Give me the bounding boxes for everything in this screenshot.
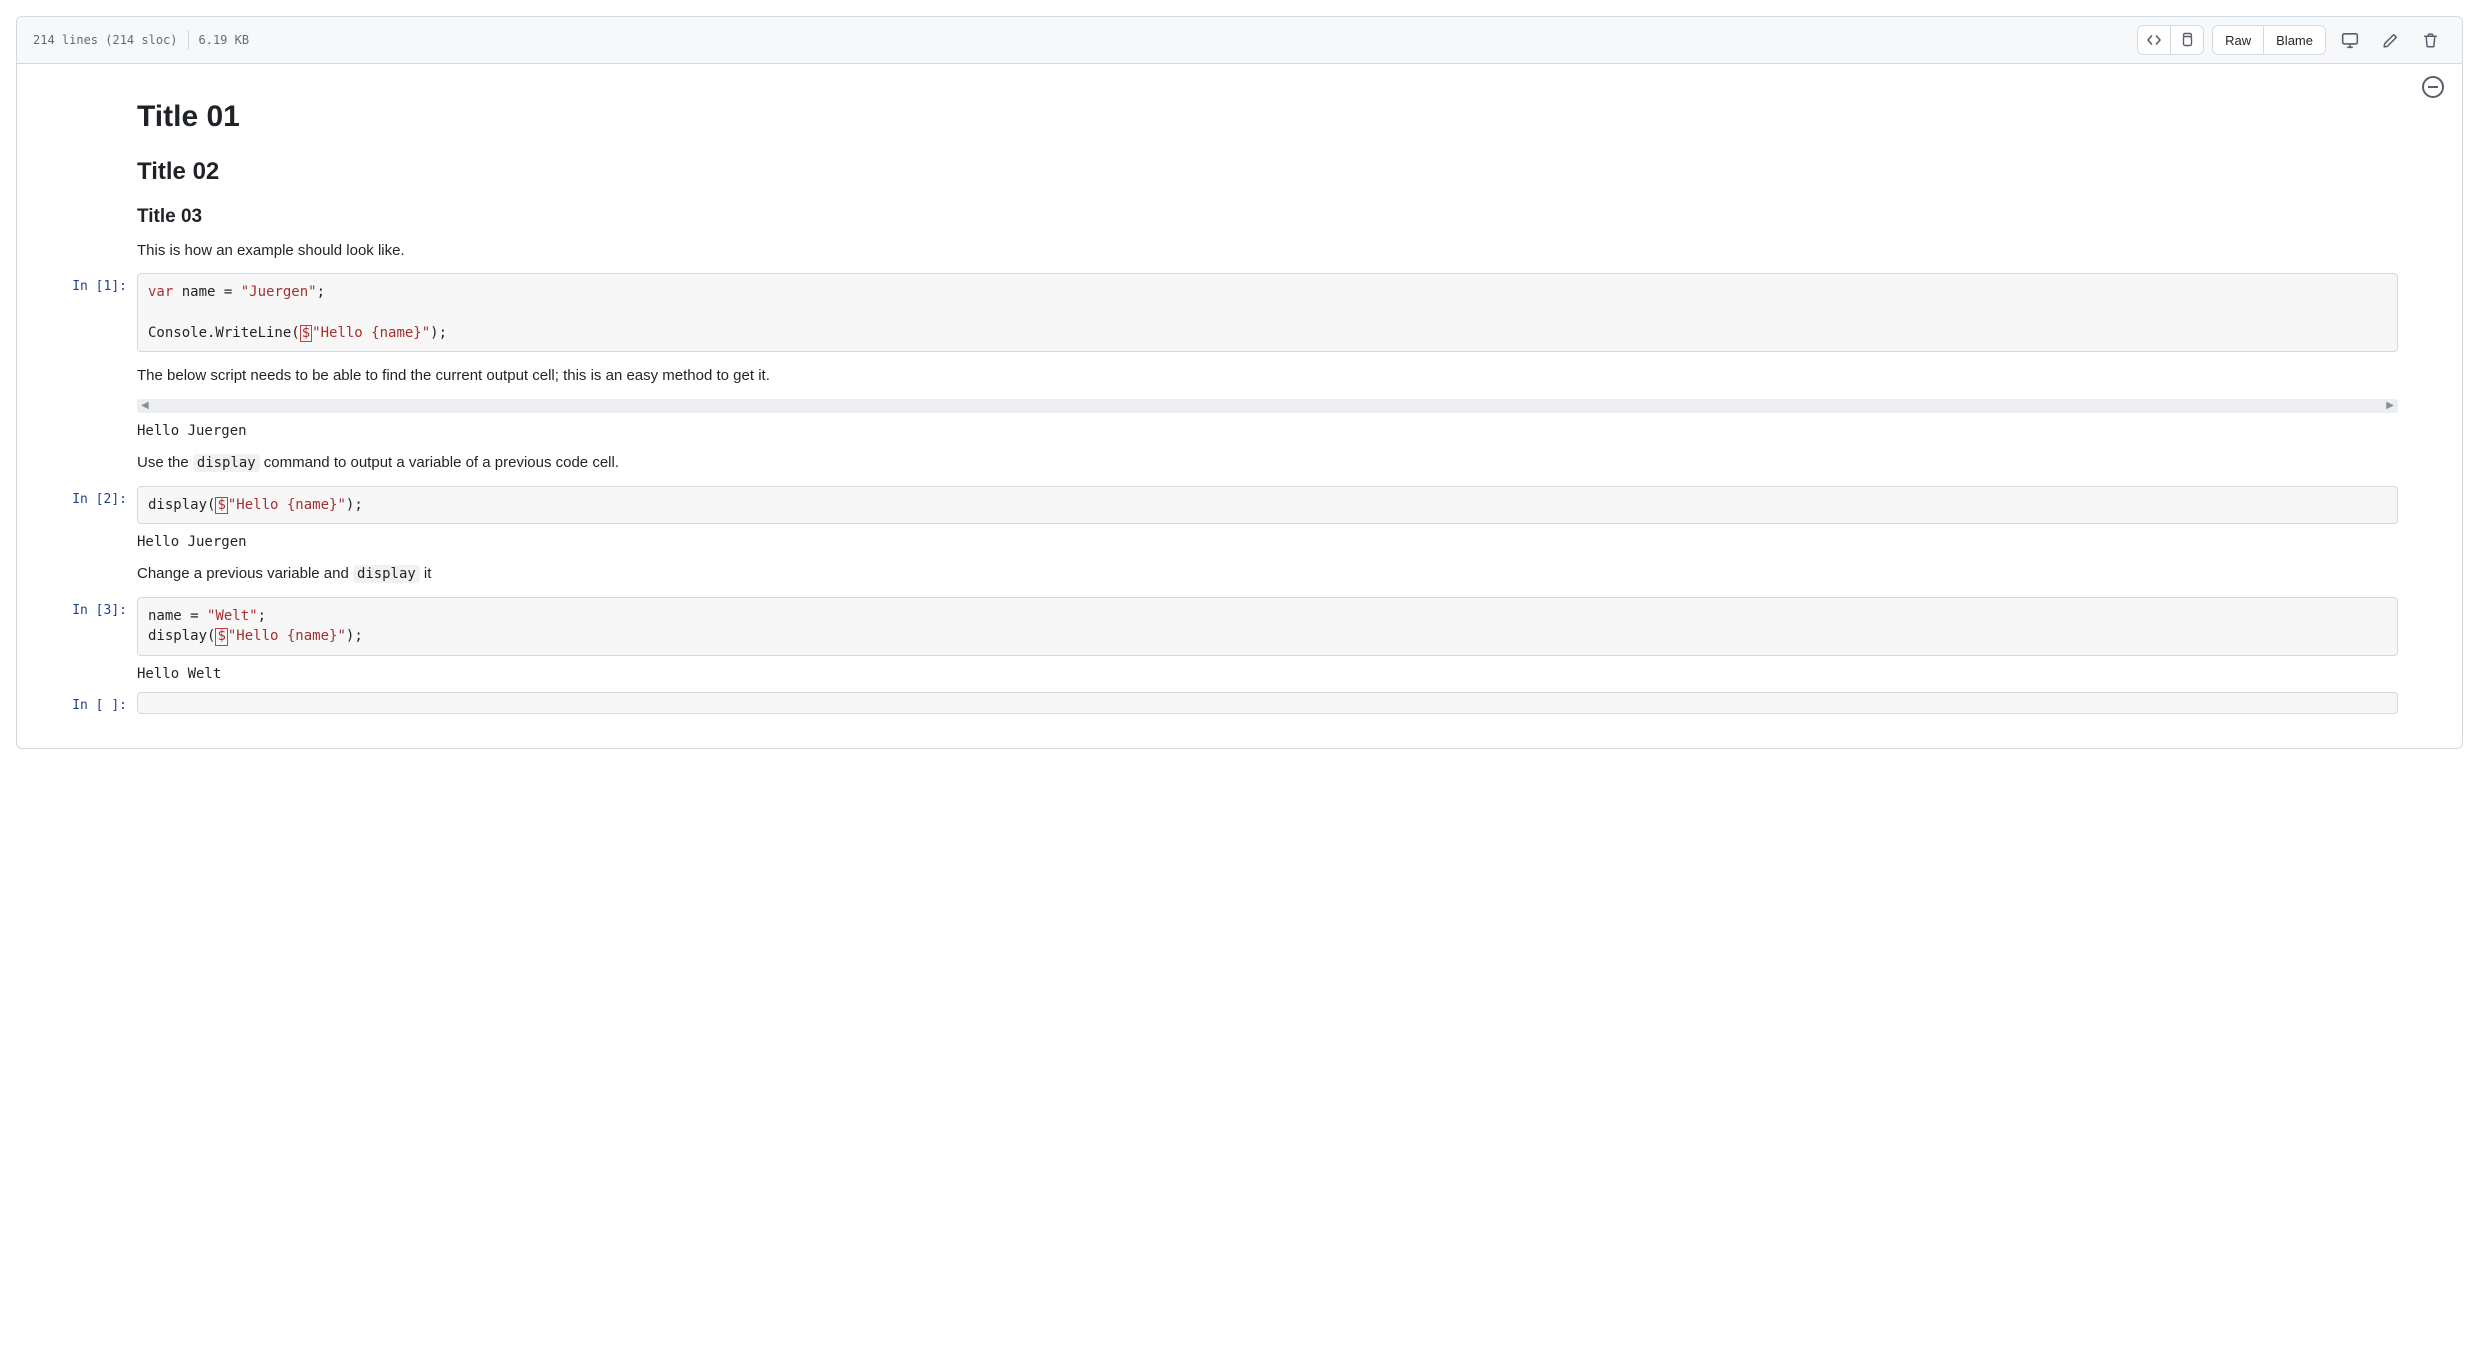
file-size: 6.19 KB [199, 33, 250, 47]
cell-prompt: In [3]: [41, 597, 137, 618]
file-toolbar: 214 lines (214 sloc) 6.19 KB Raw B [17, 17, 2462, 64]
delete-button[interactable] [2414, 26, 2446, 54]
code-cell: In [1]: var name = "Juergen"; Console.Wr… [41, 273, 2438, 352]
collapse-output-button[interactable] [2422, 76, 2444, 98]
text-run: Change a previous variable and [137, 565, 353, 582]
code-brackets-icon [2146, 32, 2162, 48]
blame-button[interactable]: Blame [2263, 26, 2325, 54]
view-source-button[interactable] [2138, 26, 2170, 54]
heading-3: Title 03 [137, 206, 2398, 228]
raw-blame-group: Raw Blame [2212, 25, 2326, 55]
token-string: "Hello {name}" [228, 628, 346, 644]
token-plain: ); [346, 628, 363, 644]
token-string: "Hello {name}" [228, 497, 346, 513]
meta-divider [188, 30, 189, 50]
token-plain: name = [173, 284, 240, 300]
text-run: it [420, 565, 432, 582]
token-plain: name = [148, 608, 207, 624]
cell-prompt: In [1]: [41, 273, 137, 294]
inline-code: display [353, 565, 420, 583]
token-string: "Juergen" [241, 284, 317, 300]
copy-raw-button[interactable] [2170, 26, 2203, 54]
cell-output: Hello Welt [137, 666, 2398, 682]
token-string: "Hello {name}" [312, 325, 430, 341]
code-cell: In [2]: display($"Hello {name}"); [41, 486, 2438, 524]
raw-button[interactable]: Raw [2213, 26, 2263, 54]
inline-code: display [193, 454, 260, 472]
source-toggle-group [2137, 25, 2204, 55]
heading-2: Title 02 [137, 158, 2398, 186]
toolbar-actions: Raw Blame [2137, 25, 2446, 55]
scroll-right-icon: ▶ [2386, 401, 2394, 411]
token-plain: display( [148, 497, 215, 513]
token-plain: ; [258, 608, 266, 624]
cell-prompt: In [2]: [41, 486, 137, 507]
token-plain: Console.WriteLine( [148, 325, 300, 341]
markdown-paragraph: Use the display command to output a vari… [137, 454, 2398, 471]
pencil-icon [2382, 32, 2399, 49]
intro-paragraph: This is how an example should look like. [137, 242, 2398, 259]
output-scrollbar[interactable]: ◀ ▶ [137, 399, 2398, 413]
code-cell: In [ ]: [41, 692, 2438, 714]
desktop-download-icon [2341, 31, 2359, 49]
token-interp-dollar: $ [300, 325, 312, 342]
heading-1: Title 01 [137, 100, 2398, 134]
token-interp-dollar: $ [215, 497, 227, 514]
code-input[interactable] [137, 692, 2398, 714]
text-run: Use the [137, 454, 193, 471]
file-frame: 214 lines (214 sloc) 6.19 KB Raw B [16, 16, 2463, 749]
token-interp-dollar: $ [215, 628, 227, 645]
code-input[interactable]: var name = "Juergen"; Console.WriteLine(… [137, 273, 2398, 352]
scroll-left-icon: ◀ [141, 401, 149, 411]
cell-output: Hello Juergen [137, 423, 2398, 439]
open-desktop-button[interactable] [2334, 26, 2366, 54]
token-keyword: var [148, 284, 173, 300]
token-string: "Welt" [207, 608, 258, 624]
cell-prompt: In [ ]: [41, 692, 137, 713]
markdown-block: Title 01 Title 02 Title 03 This is how a… [137, 100, 2398, 259]
token-plain: display( [148, 628, 215, 644]
token-plain: ); [346, 497, 363, 513]
file-meta: 214 lines (214 sloc) 6.19 KB [33, 30, 249, 50]
trash-icon [2422, 32, 2439, 49]
copy-icon [2179, 32, 2195, 48]
notebook-body: Title 01 Title 02 Title 03 This is how a… [17, 64, 2462, 748]
token-plain: ); [430, 325, 447, 341]
cell-output: Hello Juergen [137, 534, 2398, 550]
edit-button[interactable] [2374, 26, 2406, 54]
text-run: command to output a variable of a previo… [260, 454, 619, 471]
code-cell: In [3]: name = "Welt"; display($"Hello {… [41, 597, 2438, 656]
markdown-paragraph: The below script needs to be able to fin… [137, 367, 2398, 384]
markdown-paragraph: Change a previous variable and display i… [137, 565, 2398, 582]
code-input[interactable]: display($"Hello {name}"); [137, 486, 2398, 524]
token-plain: ; [317, 284, 325, 300]
code-input[interactable]: name = "Welt"; display($"Hello {name}"); [137, 597, 2398, 656]
line-count: 214 lines (214 sloc) [33, 33, 178, 47]
